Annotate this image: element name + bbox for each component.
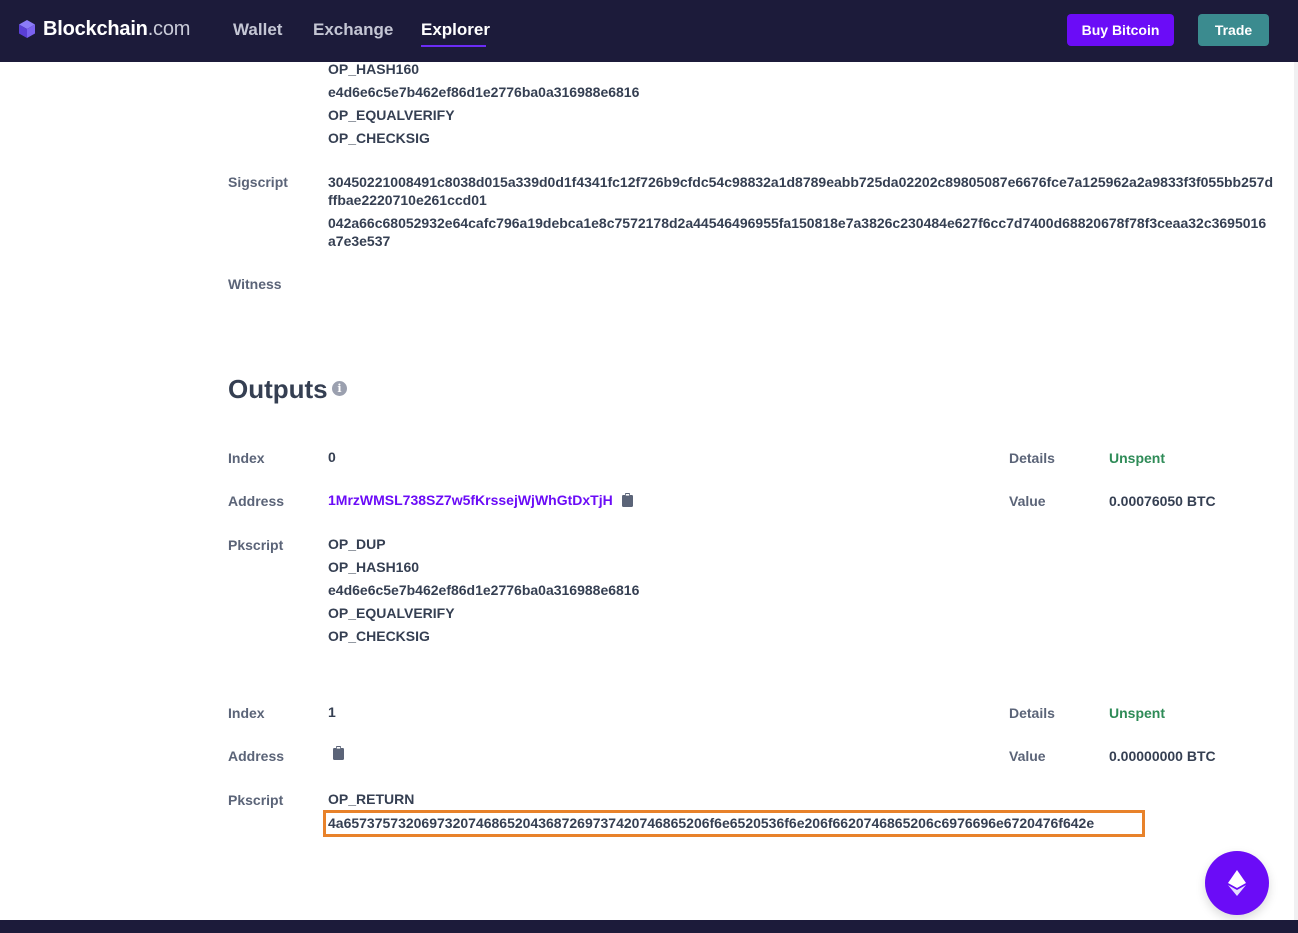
- output-1-details-label: Details: [1009, 705, 1055, 721]
- buy-bitcoin-button[interactable]: Buy Bitcoin: [1067, 14, 1174, 46]
- op-return-data-hex: 4a65737573206973207468652043687269737420…: [328, 815, 1095, 831]
- output-0-index: 0: [328, 449, 336, 465]
- output-1-value-label: Value: [1009, 748, 1046, 764]
- output-0-value: 0.00076050 BTC: [1109, 493, 1216, 509]
- scrollbar-track[interactable]: [1294, 62, 1298, 920]
- output-1-pkscript-label: Pkscript: [228, 792, 284, 808]
- brand-name: Blockchain: [43, 17, 148, 40]
- sigscript-value-1: 30450221008491c8038d015a339d0d1f4341fc12…: [328, 174, 1274, 208]
- output-1-index-label: Index: [228, 705, 265, 721]
- copy-clipboard-icon[interactable]: [621, 493, 633, 507]
- pkscript-line: e4d6e6c5e7b462ef86d1e2776ba0a316988e6816: [328, 84, 640, 100]
- output-1-status: Unspent: [1109, 705, 1165, 721]
- pkscript-line: OP_HASH160: [328, 559, 420, 575]
- nav-explorer[interactable]: Explorer: [421, 20, 490, 40]
- nav-exchange[interactable]: Exchange: [313, 20, 393, 40]
- output-0-value-label: Value: [1009, 493, 1046, 509]
- output-0-details-label: Details: [1009, 450, 1055, 466]
- witness-label: Witness: [228, 276, 282, 292]
- brand-tld: .com: [147, 17, 191, 40]
- output-1-address-row: [328, 742, 344, 765]
- footer: [0, 920, 1298, 933]
- output-0-pkscript: OP_DUP OP_HASH160 e4d6e6c5e7b462ef86d1e2…: [328, 533, 639, 648]
- output-0-address-link[interactable]: 1MrzWMSL738SZ7w5fKrssejWjWhGtDxTjH: [328, 492, 613, 508]
- brand-logo[interactable]: Blockchain .com: [17, 16, 190, 42]
- pkscript-line: OP_CHECKSIG: [328, 628, 430, 644]
- floating-action-button[interactable]: [1205, 851, 1269, 915]
- nav-wallet[interactable]: Wallet: [233, 20, 282, 40]
- blockchain-logo-icon: [19, 20, 35, 38]
- copy-clipboard-icon[interactable]: [333, 746, 344, 760]
- ethereum-diamond-icon: [1228, 870, 1246, 896]
- pkscript-line: OP_CHECKSIG: [328, 130, 430, 146]
- output-0-index-label: Index: [228, 450, 265, 466]
- pkscript-line: OP_EQUALVERIFY: [328, 107, 455, 123]
- active-nav-underline: [421, 45, 486, 47]
- top-navbar: Blockchain .com Wallet Exchange Explorer …: [0, 0, 1298, 62]
- output-0-pkscript-label: Pkscript: [228, 537, 284, 553]
- output-1-address-label: Address: [228, 748, 285, 764]
- pkscript-line: e4d6e6c5e7b462ef86d1e2776ba0a316988e6816: [328, 582, 640, 598]
- pkscript-op-return: OP_RETURN: [328, 791, 415, 807]
- pkscript-line: OP_DUP: [328, 536, 386, 552]
- output-0-address-label: Address: [228, 493, 285, 509]
- info-icon[interactable]: i: [332, 381, 347, 396]
- sigscript-value-2: 042a66c68052932e64cafc796a19debca1e8c757…: [328, 215, 1267, 249]
- output-0-status: Unspent: [1109, 450, 1165, 466]
- pkscript-line: OP_EQUALVERIFY: [328, 605, 455, 621]
- output-1-index: 1: [328, 704, 336, 720]
- input-pkscript-block: OP_HASH160 e4d6e6c5e7b462ef86d1e2776ba0a…: [328, 58, 639, 150]
- outputs-title: Outputs: [228, 374, 328, 404]
- output-0-address-row: 1MrzWMSL738SZ7w5fKrssejWjWhGtDxTjH: [328, 489, 633, 512]
- sigscript-label: Sigscript: [228, 174, 288, 190]
- pkscript-line: OP_HASH160: [328, 61, 420, 77]
- trade-button[interactable]: Trade: [1198, 14, 1269, 46]
- output-1-value: 0.00000000 BTC: [1109, 748, 1216, 764]
